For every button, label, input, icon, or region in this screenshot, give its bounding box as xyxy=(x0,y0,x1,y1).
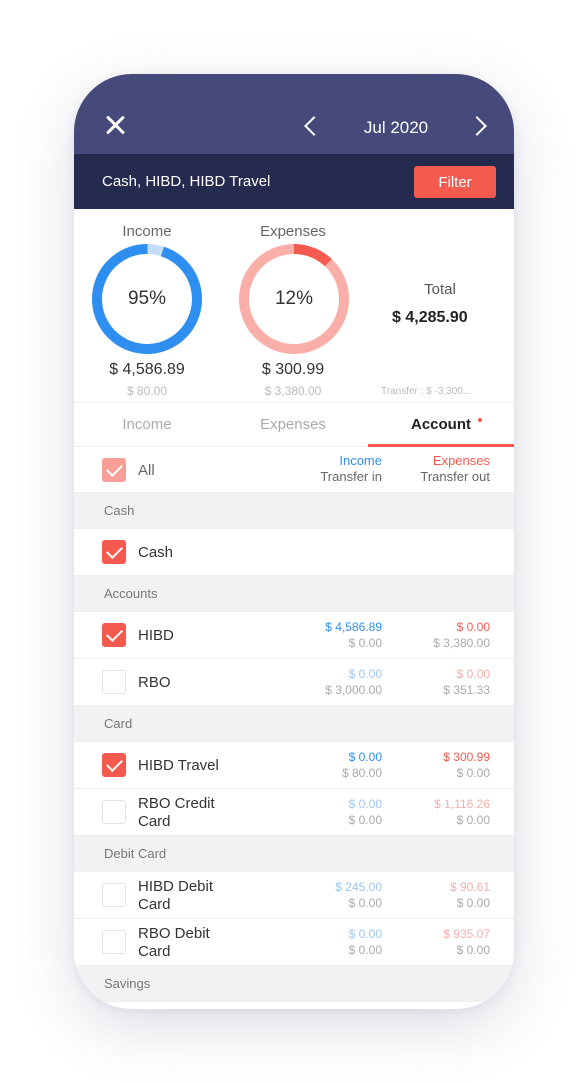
header-transfer-in: Transfer in xyxy=(320,469,382,484)
all-checkbox[interactable] xyxy=(102,458,126,482)
phone-frame: Jul 2020 Cash, HIBD, HIBD Travel Filter … xyxy=(74,74,514,1009)
expenses-value: $ 935.07 xyxy=(443,927,490,941)
checkbox[interactable] xyxy=(102,670,126,694)
income-value: $ 4,586.89 xyxy=(325,620,382,634)
transfer-in-value: $ 0.00 xyxy=(348,943,382,957)
list-item-rbo-credit-card[interactable]: RBO Credit Card $ 0.00 $ 0.00 $ 1,116.26… xyxy=(74,789,514,836)
transfer-in-value: $ 0.00 xyxy=(348,813,382,827)
transfer-out-value: $ 3,380.00 xyxy=(433,636,490,650)
section-savings: Savings xyxy=(74,966,514,1002)
income-value: $ 0.00 xyxy=(348,750,382,764)
expenses-value: $ 90.61 xyxy=(449,880,490,894)
income-percent: 95% xyxy=(127,288,167,309)
transfer-out-value: $ 0.00 xyxy=(456,896,490,910)
summary-panel: Income 95% $ 4,586.89 $ 80.00 Expenses 1… xyxy=(74,209,514,402)
tab-bar: Income Expenses Account xyxy=(74,402,514,447)
section-card: Card xyxy=(74,706,514,742)
expenses-donut: 12% xyxy=(238,243,350,355)
account-name: RBO xyxy=(138,674,171,691)
transfer-out-value: $ 0.00 xyxy=(456,943,490,957)
transfer-in-value: $ 0.00 xyxy=(348,636,382,650)
checkbox[interactable] xyxy=(102,540,126,564)
tab-expenses[interactable]: Expenses xyxy=(220,416,366,433)
income-value: $ 245.00 xyxy=(335,880,382,894)
income-label: Income xyxy=(122,223,172,240)
income-donut: 95% xyxy=(91,243,203,355)
expenses-percent: 12% xyxy=(274,288,314,309)
filter-bar: Cash, HIBD, HIBD Travel Filter xyxy=(74,154,514,209)
list-item-rbo[interactable]: RBO $ 0.00 $ 3,000.00 $ 0.00 $ 351.33 xyxy=(74,659,514,706)
top-bar: Jul 2020 xyxy=(74,74,514,154)
income-transfer: $ 80.00 xyxy=(126,384,168,398)
expenses-value: $ 0.00 xyxy=(456,667,490,681)
account-list: All Income Transfer in Expenses Transfer… xyxy=(74,447,514,1002)
income-amount: $ 4,586.89 xyxy=(109,361,185,378)
list-item-rbo-debit-card[interactable]: RBO Debit Card $ 0.00 $ 0.00 $ 935.07 $ … xyxy=(74,919,514,966)
header-income: Income xyxy=(339,453,382,468)
transfer-out-value: $ 0.00 xyxy=(456,813,490,827)
checkbox[interactable] xyxy=(102,930,126,954)
transfer-out-value: $ 0.00 xyxy=(456,766,490,780)
selected-accounts: Cash, HIBD, HIBD Travel xyxy=(102,173,271,190)
total-transfer: Transfer : $ -3,300... xyxy=(381,386,472,397)
total-label: Total xyxy=(424,281,456,298)
list-item-hibd-debit-card[interactable]: HIBD Debit Card $ 245.00 $ 0.00 $ 90.61 … xyxy=(74,872,514,919)
account-name: HIBD Debit Card xyxy=(138,878,214,913)
transfer-in-value: $ 3,000.00 xyxy=(325,683,382,697)
income-value: $ 0.00 xyxy=(348,927,382,941)
account-name: RBO Debit Card xyxy=(138,925,210,960)
filter-button[interactable]: Filter xyxy=(414,166,496,198)
list-item-hibd-travel[interactable]: HIBD Travel $ 0.00 $ 80.00 $ 300.99 $ 0.… xyxy=(74,742,514,789)
close-icon[interactable] xyxy=(104,114,126,136)
chevron-left-icon[interactable] xyxy=(303,116,317,136)
transfer-in-value: $ 0.00 xyxy=(348,896,382,910)
account-name: RBO Credit Card xyxy=(138,795,215,830)
account-name: HIBD Travel xyxy=(138,757,219,774)
expenses-value: $ 0.00 xyxy=(456,620,490,634)
list-item-cash[interactable]: Cash xyxy=(74,529,514,576)
chevron-right-icon[interactable] xyxy=(472,116,486,136)
section-cash: Cash xyxy=(74,493,514,529)
section-debit-card: Debit Card xyxy=(74,836,514,872)
checkbox[interactable] xyxy=(102,883,126,907)
list-item-hibd[interactable]: HIBD $ 4,586.89 $ 0.00 $ 0.00 $ 3,380.00 xyxy=(74,612,514,659)
expenses-label: Expenses xyxy=(260,223,326,240)
expenses-transfer: $ 3,380.00 xyxy=(264,384,322,398)
account-name: HIBD xyxy=(138,627,174,644)
income-value: $ 0.00 xyxy=(348,797,382,811)
expenses-amount: $ 300.99 xyxy=(261,361,325,378)
transfer-out-value: $ 351.33 xyxy=(443,683,490,697)
expenses-value: $ 300.99 xyxy=(443,750,490,764)
header-expenses: Expenses xyxy=(432,453,490,468)
all-label: All xyxy=(138,462,155,479)
checkbox[interactable] xyxy=(102,753,126,777)
section-accounts: Accounts xyxy=(74,576,514,612)
header-transfer-out: Transfer out xyxy=(420,469,490,484)
transfer-in-value: $ 80.00 xyxy=(341,766,382,780)
tab-account-indicator-dot xyxy=(478,418,482,422)
income-value: $ 0.00 xyxy=(348,667,382,681)
total-amount: $ 4,285.90 xyxy=(392,309,468,326)
checkbox[interactable] xyxy=(102,800,126,824)
account-name: Cash xyxy=(138,544,174,561)
expenses-value: $ 1,116.26 xyxy=(434,797,490,811)
month-label: Jul 2020 xyxy=(363,118,429,137)
all-row[interactable]: All Income Transfer in Expenses Transfer… xyxy=(74,447,514,493)
checkbox[interactable] xyxy=(102,623,126,647)
tab-income[interactable]: Income xyxy=(74,416,220,433)
tab-account[interactable]: Account xyxy=(368,416,514,433)
